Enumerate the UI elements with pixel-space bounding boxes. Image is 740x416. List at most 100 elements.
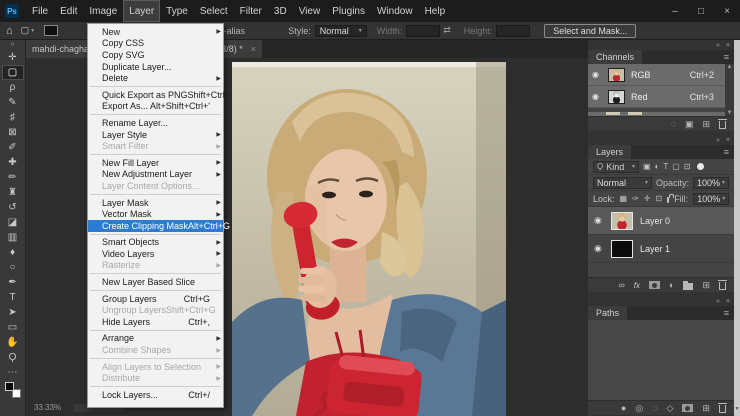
lock-all-icon[interactable] [667,194,675,203]
layer-menu-item[interactable]: New ▶ [88,26,223,38]
color-swatches[interactable] [4,382,21,398]
lock-artboard-icon[interactable]: ⊡ [655,194,662,203]
selection-as-path-icon[interactable]: ◇ [667,403,674,414]
layer-menu-item[interactable]: Arrange ▶ [88,333,223,345]
delete-path-icon[interactable] [718,403,727,413]
opacity-select[interactable]: 100% ▾ [692,176,729,189]
height-input[interactable] [496,24,531,37]
tool-preset-picker[interactable]: ▢ ▾ [21,25,35,36]
home-icon[interactable]: ⌂ [6,25,13,37]
rectangular-marquee-tool[interactable]: ▢ [1,65,24,80]
tab-close-icon[interactable]: × [251,44,256,54]
delete-channel-icon[interactable] [718,119,727,129]
rectangle-tool[interactable]: ▭ [2,320,24,335]
filter-kind-select[interactable]: Ϙ Kind ▾ [593,160,639,173]
layer-menu-item[interactable]: Quick Export as PNG Shift+Ctrl+' [88,89,232,101]
close-button[interactable]: × [714,6,740,17]
visibility-eye-icon[interactable]: ◉ [592,92,602,101]
move-tool[interactable]: ✛ [2,50,24,65]
toolbar-overflow-icon[interactable]: » [11,40,15,50]
channel-row[interactable]: ◉ RGB Ctrl+2 [588,64,734,86]
scroll-down-icon[interactable]: ▼ [734,406,740,412]
blur-tool[interactable]: ♦ [2,245,24,260]
menu-select[interactable]: Select [194,0,234,22]
crop-tool[interactable]: ♯ [2,110,24,125]
add-mask-icon[interactable] [682,404,694,412]
zoom-tool[interactable]: Ϙ [2,350,24,365]
menu-edit[interactable]: Edit [54,0,83,22]
layer-menu-item[interactable]: Delete ▶ [88,72,223,84]
gradient-tool[interactable]: ▥ [2,230,24,245]
close-panel-icon[interactable]: × [726,298,730,305]
tab-paths[interactable]: Paths [588,306,628,320]
history-brush-tool[interactable]: ↺ [2,200,24,215]
maximize-button[interactable]: □ [688,6,714,17]
save-selection-as-channel-icon[interactable]: ▣ [685,119,694,130]
minimize-button[interactable]: – [662,6,688,17]
layer-menu-item[interactable]: Copy CSS [88,38,223,50]
menu-3d[interactable]: 3D [268,0,293,22]
menu-plugins[interactable]: Plugins [326,0,371,22]
filter-shape-layers-icon[interactable]: ▢ [672,162,680,171]
eraser-tool[interactable]: ◪ [2,215,24,230]
window-scrollbar[interactable]: ▼ [734,40,740,416]
close-panel-icon[interactable]: × [726,137,730,144]
visibility-eye-icon[interactable]: ◉ [594,215,604,226]
filter-smart-objects-icon[interactable]: ⊡ [684,162,691,171]
width-input[interactable] [406,24,441,37]
layer-menu-item[interactable]: Layer Mask ▶ [88,197,223,209]
layer-menu-item[interactable]: New Adjustment Layer ▶ [88,169,223,181]
close-panel-icon[interactable]: × [726,42,730,49]
collapse-panels-icon[interactable]: » [716,298,720,305]
fill-path-icon[interactable]: ● [621,403,626,413]
lock-position-icon[interactable]: ✛ [644,194,651,203]
filter-type-layers-icon[interactable]: T [663,162,668,171]
layer-row[interactable]: ◉ Layer 0 [588,207,734,235]
lock-image-pixels-icon[interactable]: ✑ [632,194,639,203]
tab-channels[interactable]: Channels [588,50,643,64]
layer-menu-item[interactable]: New Layer Based Slice [88,276,223,288]
path-as-selection-icon[interactable]: ◌ [652,403,657,413]
eyedropper-tool[interactable]: ✐ [2,140,24,155]
layer-menu-item[interactable]: Group Layers Ctrl+G [88,293,223,305]
layer-menu-item[interactable]: Video Layers ▶ [88,248,223,260]
hand-tool[interactable]: ✋ [2,335,24,350]
layer-menu-item[interactable]: Lock Layers... Ctrl+/ [88,389,223,401]
channels-scrollbar[interactable]: ▲ ▼ [725,64,734,116]
menu-layer[interactable]: Layer [123,0,161,22]
menu-window[interactable]: Window [371,0,419,22]
delete-layer-icon[interactable] [718,280,727,290]
menu-help[interactable]: Help [419,0,452,22]
menu-image[interactable]: Image [83,0,123,22]
filter-adjustment-layers-icon[interactable]: ◐ [655,162,660,171]
layer-menu-item[interactable]: Export As... Alt+Shift+Ctrl+' [88,101,223,113]
lock-transparent-pixels-icon[interactable]: ▦ [620,194,628,203]
type-tool[interactable]: T [2,290,24,305]
swap-dimensions-icon[interactable]: ⇄ [443,25,451,36]
visibility-eye-icon[interactable]: ◉ [592,70,602,79]
panel-menu-icon[interactable]: ≡ [719,306,734,320]
menu-file[interactable]: File [26,0,54,22]
channel-row[interactable]: ◉ Red Ctrl+3 [588,86,734,108]
filter-pixel-layers-icon[interactable]: ▣ [643,162,651,171]
frame-tool[interactable]: ⊠ [2,125,24,140]
layer-menu-item[interactable]: Duplicate Layer... [88,61,223,73]
visibility-eye-icon[interactable]: ◉ [594,243,604,254]
style-select[interactable]: Normal ▾ [314,24,367,37]
blend-mode-select[interactable]: Normal ▾ [593,176,652,189]
layer-style-fx-icon[interactable]: fx [634,281,640,290]
layer-menu-item[interactable]: Copy SVG [88,49,223,61]
clone-stamp-tool[interactable]: ♜ [2,185,24,200]
lasso-tool[interactable]: ρ [2,80,24,95]
layer-menu-item[interactable]: Smart Objects ▶ [88,237,223,249]
new-channel-icon[interactable]: ⊞ [702,119,710,130]
tab-layers[interactable]: Layers [588,145,632,159]
pen-tool[interactable]: ✒ [2,275,24,290]
spot-healing-brush-tool[interactable]: ✚ [2,155,24,170]
layer-menu-item[interactable]: Layer Style ▶ [88,129,223,141]
layer-menu-item[interactable]: New Fill Layer ▶ [88,157,223,169]
link-layers-icon[interactable]: ∞ [618,280,624,290]
panel-menu-icon[interactable]: ≡ [719,50,734,64]
new-layer-icon[interactable]: ⊞ [702,280,710,291]
menu-filter[interactable]: Filter [234,0,268,22]
